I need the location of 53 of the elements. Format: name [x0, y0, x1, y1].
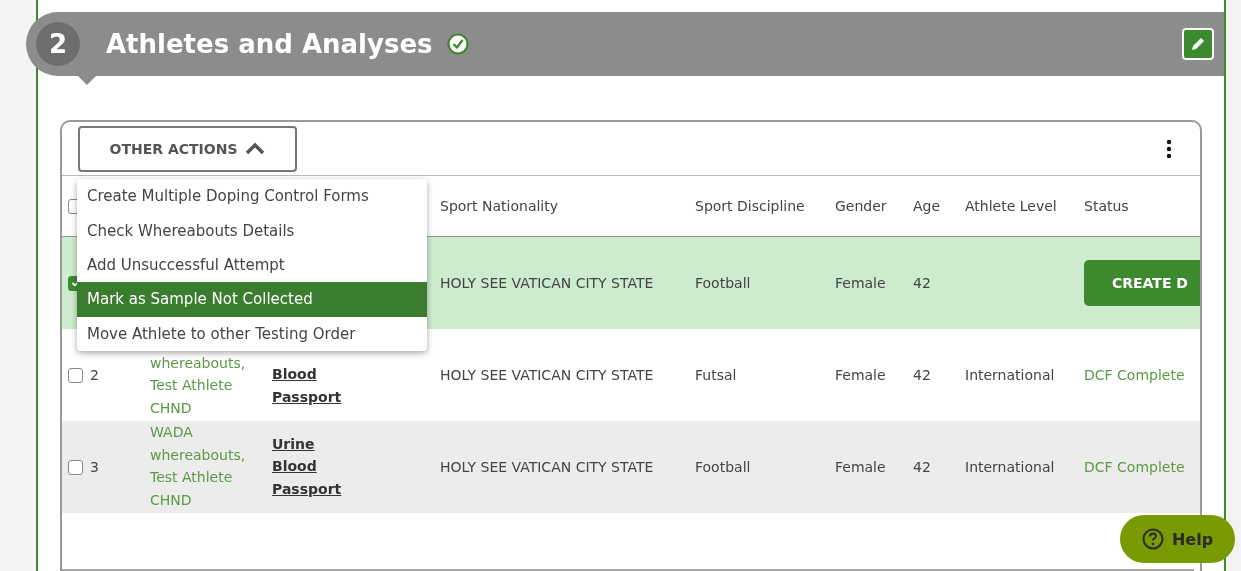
column-header: Status	[1084, 198, 1130, 214]
row-checkbox[interactable]	[68, 367, 83, 383]
section-title: Athletes and Analyses	[106, 29, 433, 59]
status-text: DCF Complete	[1084, 459, 1186, 475]
table-cell-text: International	[965, 459, 1056, 475]
analysis-link[interactable]: Blood	[272, 455, 440, 478]
step-number: 2	[36, 22, 80, 66]
menu-item[interactable]: Check Whereabouts Details	[77, 213, 427, 248]
analysis-link[interactable]: Urine	[272, 432, 440, 455]
table-cell-text: 42	[913, 275, 932, 291]
column-header: Age	[913, 198, 942, 214]
pencil-icon	[1190, 36, 1206, 52]
menu-item[interactable]: Add Unsuccessful Attempt	[77, 247, 427, 283]
help-icon	[1141, 528, 1164, 550]
menu-item[interactable]: Move Athlete to other Testing Order	[77, 316, 427, 351]
table-cell-text: International	[965, 367, 1056, 383]
table-cell-text: 42	[913, 459, 932, 475]
table-cell-text: Female	[835, 459, 887, 475]
athlete-name: Test Athlete	[150, 468, 234, 487]
table-cell-text: 42	[913, 367, 932, 383]
create-dcf-button[interactable]: CREATE D	[1084, 260, 1200, 306]
row-checkbox[interactable]	[68, 459, 83, 475]
athlete-name: WADA	[150, 423, 194, 442]
column-header: Sport Discipline	[695, 198, 806, 214]
column-header: Gender	[835, 198, 888, 214]
other-actions-button[interactable]: OTHER ACTIONS	[78, 125, 297, 172]
more-options-icon[interactable]	[1166, 138, 1172, 159]
athlete-name: whereabouts,	[150, 353, 247, 373]
column-header: Sport Nationality	[440, 198, 560, 214]
analysis-link[interactable]: Passport	[272, 477, 440, 500]
status-text: DCF Complete	[1084, 367, 1186, 383]
row-number: 2	[90, 367, 100, 383]
table-cell-text: HOLY SEE VATICAN CITY STATE	[440, 367, 655, 383]
analysis-link[interactable]: Passport	[272, 385, 440, 408]
table-row[interactable]: 3 WADA whereabouts, Test Athlete CHND Urine Blood Passport HOLY SEE VATICAN CITY STATE Football Female 42 International DCF Complete	[62, 421, 1200, 513]
table-cell-text: Female	[835, 275, 887, 291]
table-cell-text: Football	[695, 459, 752, 475]
athlete-name: Test Athlete	[150, 376, 234, 395]
column-header: Athlete Level	[965, 198, 1058, 214]
analysis-link[interactable]: Blood	[272, 363, 440, 386]
table-cell-text: Female	[835, 367, 887, 383]
athlete-name: CHND	[150, 398, 193, 418]
edit-button[interactable]	[1182, 28, 1214, 60]
athlete-name: CHND	[150, 490, 193, 510]
menu-item[interactable]: Create Multiple Doping Control Forms	[77, 179, 427, 214]
table-cell-text: Futsal	[695, 367, 738, 383]
menu-item[interactable]: Mark as Sample Not Collected	[77, 282, 427, 317]
help-button[interactable]: Help	[1120, 515, 1235, 563]
row-number: 3	[90, 459, 100, 475]
athlete-name: whereabouts,	[150, 445, 247, 465]
table-cell-text: HOLY SEE VATICAN CITY STATE	[440, 459, 655, 475]
table-cell-text: Football	[695, 275, 752, 291]
table-cell-text: HOLY SEE VATICAN CITY STATE	[440, 275, 655, 291]
